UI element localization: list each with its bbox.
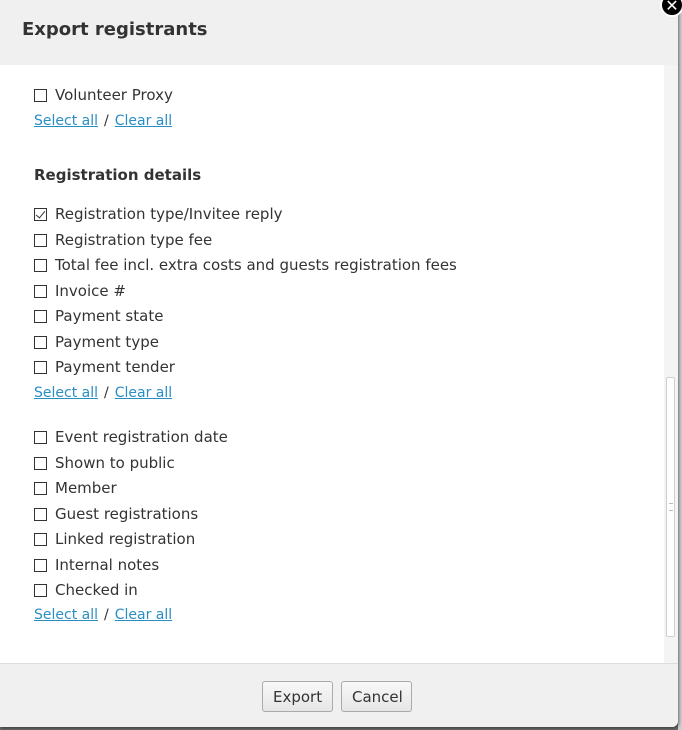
checkbox-row-guest-registrations[interactable]: Guest registrations bbox=[34, 504, 198, 524]
checkbox-label: Checked in bbox=[55, 581, 138, 599]
scrollbar-thumb[interactable] bbox=[666, 377, 675, 637]
clear-all-link[interactable]: Clear all bbox=[115, 113, 172, 129]
checkbox[interactable] bbox=[34, 233, 47, 247]
checkbox-row-linked-registration[interactable]: Linked registration bbox=[34, 529, 195, 549]
checkbox-label: Member bbox=[55, 479, 117, 497]
checkbox-label: Payment tender bbox=[55, 358, 175, 376]
checkbox-label: Volunteer Proxy bbox=[55, 86, 173, 104]
checkbox[interactable] bbox=[34, 456, 47, 470]
checkbox-label: Event registration date bbox=[55, 428, 228, 446]
checkbox[interactable] bbox=[34, 507, 47, 521]
checkbox-label: Internal notes bbox=[55, 556, 160, 574]
checkbox-row-registration-type[interactable]: Registration type/Invitee reply bbox=[34, 204, 283, 224]
checkbox-row-total-fee[interactable]: Total fee incl. extra costs and guests r… bbox=[34, 255, 457, 275]
checkbox[interactable] bbox=[34, 583, 47, 597]
group-1-actions: Select all / Clear all bbox=[34, 111, 172, 131]
checkbox-row-payment-state[interactable]: Payment state bbox=[34, 306, 163, 326]
checkbox-row-invoice[interactable]: Invoice # bbox=[34, 281, 126, 301]
section-heading-registration-details: Registration details bbox=[34, 166, 202, 184]
checkbox-label: Shown to public bbox=[55, 454, 175, 472]
vertical-scrollbar[interactable] bbox=[664, 65, 678, 663]
checkbox-label: Payment type bbox=[55, 333, 159, 351]
checkbox[interactable] bbox=[34, 88, 47, 102]
checkbox-checked[interactable] bbox=[34, 207, 47, 221]
export-button[interactable]: Export bbox=[262, 681, 333, 712]
clear-all-link[interactable]: Clear all bbox=[115, 385, 172, 401]
select-all-link[interactable]: Select all bbox=[34, 385, 98, 401]
checkbox-label: Guest registrations bbox=[55, 505, 199, 523]
dialog-header: Export registrants bbox=[0, 0, 678, 65]
checkbox-row-registration-type-fee[interactable]: Registration type fee bbox=[34, 230, 212, 250]
select-all-link[interactable]: Select all bbox=[34, 607, 98, 623]
separator: / bbox=[104, 607, 109, 623]
grip-icon bbox=[669, 503, 673, 511]
checkbox[interactable] bbox=[34, 558, 47, 572]
checkbox-row-payment-tender[interactable]: Payment tender bbox=[34, 357, 175, 377]
checkbox-row-volunteer-proxy[interactable]: Volunteer Proxy bbox=[34, 85, 173, 105]
checkbox-label: Payment state bbox=[55, 307, 164, 325]
dialog-title: Export registrants bbox=[22, 19, 208, 40]
checkbox-row-shown-to-public[interactable]: Shown to public bbox=[34, 453, 175, 473]
checkbox-row-payment-type[interactable]: Payment type bbox=[34, 332, 159, 352]
page-edge bbox=[678, 0, 682, 730]
checkbox-row-event-registration-date[interactable]: Event registration date bbox=[34, 427, 228, 447]
checkbox-label: Registration type fee bbox=[55, 231, 213, 249]
checkbox-label: Invoice # bbox=[55, 282, 126, 300]
group-3-actions: Select all / Clear all bbox=[34, 605, 172, 625]
checkbox[interactable] bbox=[34, 335, 47, 349]
checkbox[interactable] bbox=[34, 284, 47, 298]
checkbox-label: Registration type/Invitee reply bbox=[55, 205, 283, 223]
checkbox[interactable] bbox=[34, 430, 47, 444]
separator: / bbox=[104, 113, 109, 129]
dialog-footer: Export Cancel bbox=[0, 663, 678, 727]
separator: / bbox=[104, 385, 109, 401]
checkbox[interactable] bbox=[34, 360, 47, 374]
checkbox-row-checked-in[interactable]: Checked in bbox=[34, 580, 138, 600]
checkbox[interactable] bbox=[34, 258, 47, 272]
checkbox[interactable] bbox=[34, 481, 47, 495]
select-all-link[interactable]: Select all bbox=[34, 113, 98, 129]
clear-all-link[interactable]: Clear all bbox=[115, 607, 172, 623]
group-2-actions: Select all / Clear all bbox=[34, 383, 172, 403]
checkbox-row-member[interactable]: Member bbox=[34, 478, 117, 498]
dialog-body[interactable]: Volunteer Proxy Select all / Clear all R… bbox=[0, 65, 664, 663]
checkbox-row-internal-notes[interactable]: Internal notes bbox=[34, 555, 159, 575]
checkbox-label: Linked registration bbox=[55, 530, 196, 548]
checkbox-label: Total fee incl. extra costs and guests r… bbox=[55, 256, 457, 274]
cancel-button[interactable]: Cancel bbox=[341, 681, 412, 712]
checkbox[interactable] bbox=[34, 309, 47, 323]
checkbox[interactable] bbox=[34, 532, 47, 546]
export-dialog: Export registrants Volunteer Proxy Selec… bbox=[0, 0, 678, 727]
